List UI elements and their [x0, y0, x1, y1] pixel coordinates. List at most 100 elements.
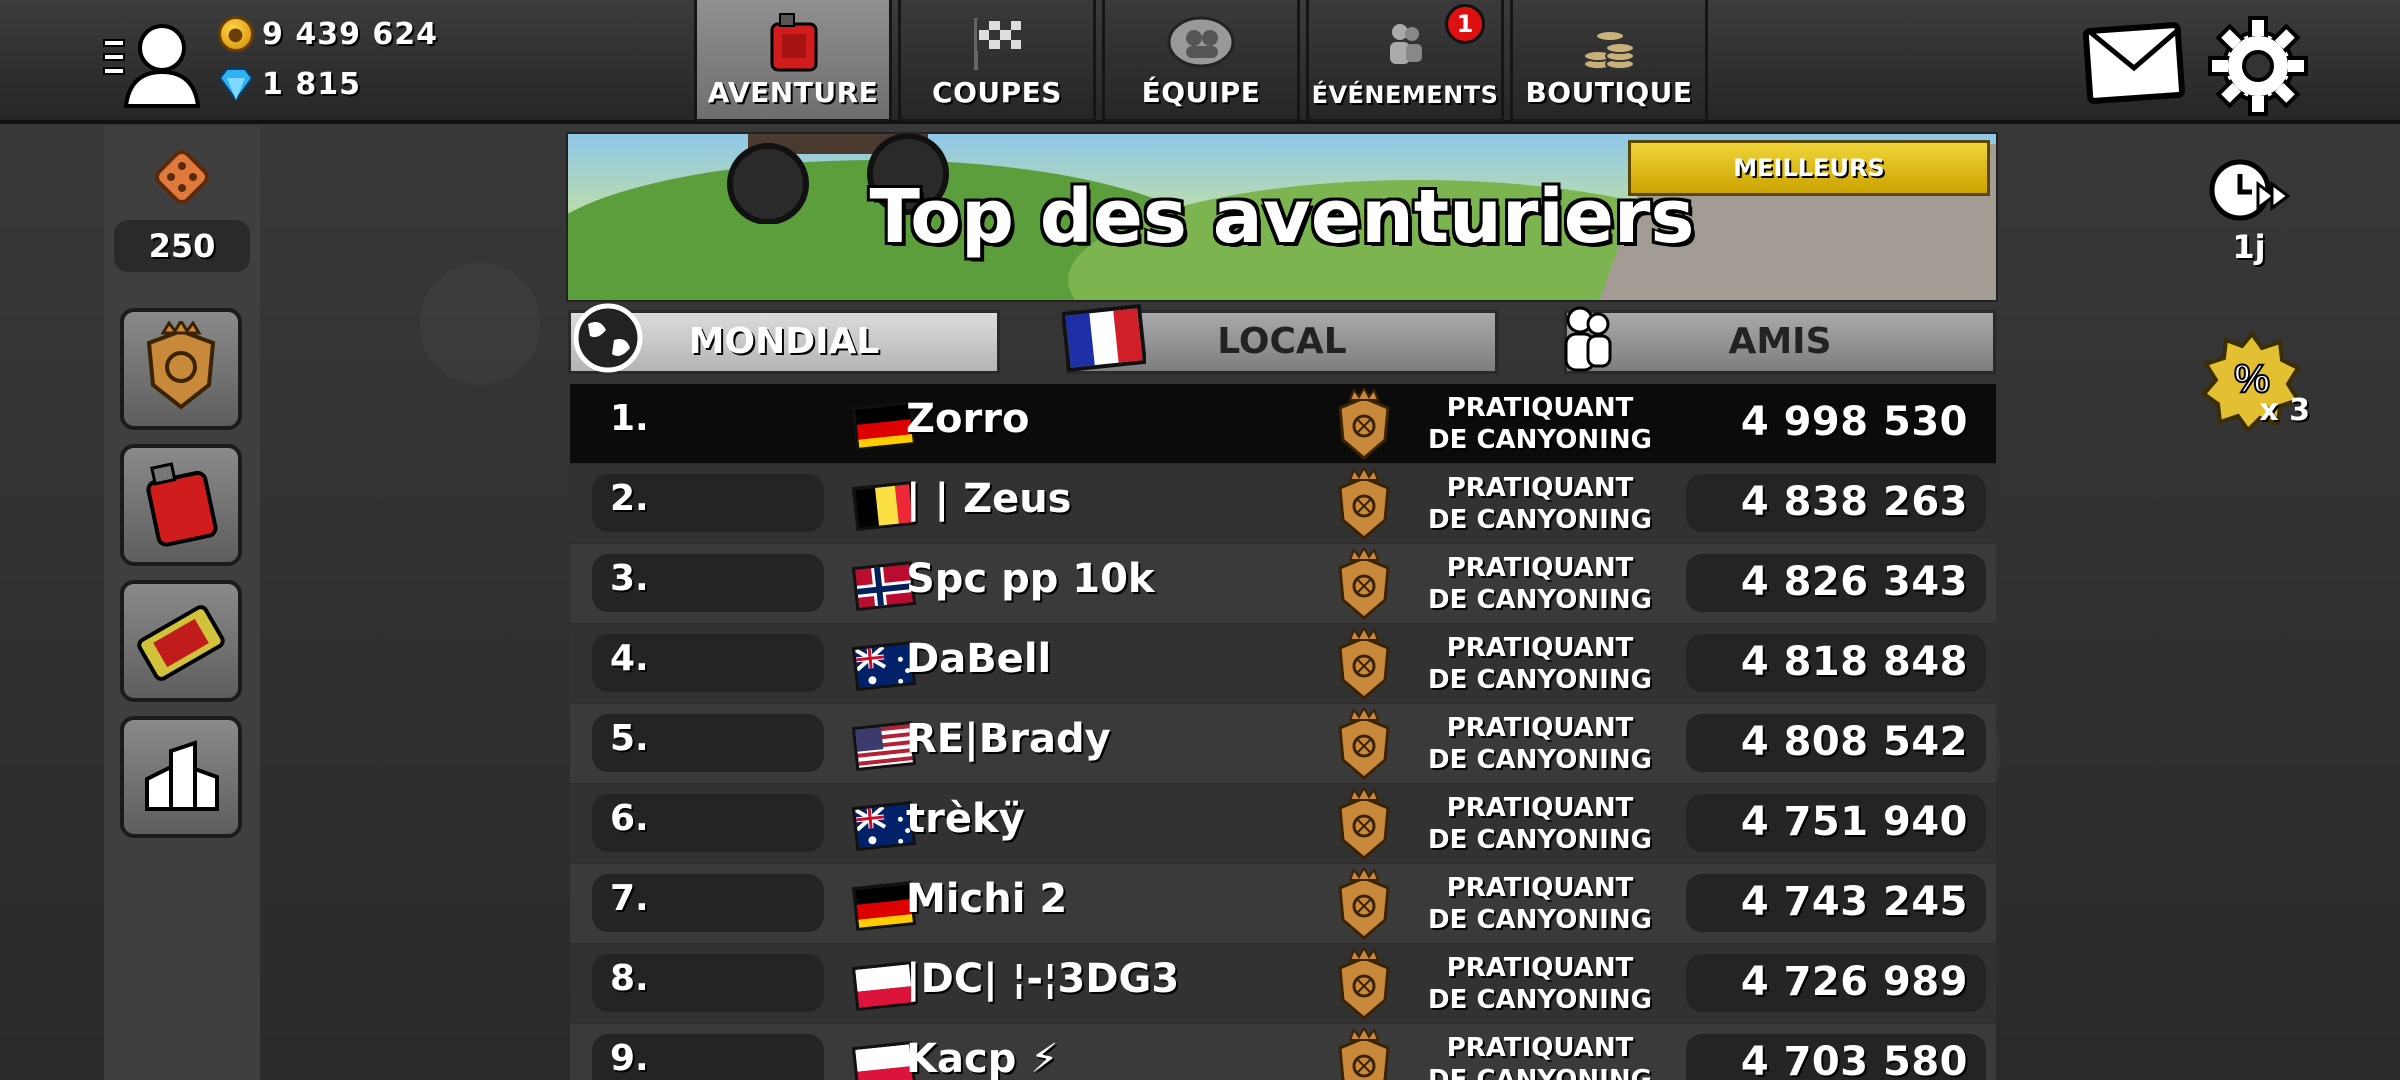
rank-shield-icon	[1332, 865, 1396, 942]
fast-forward-clock-icon	[2209, 159, 2291, 221]
mail-button[interactable]	[2082, 20, 2186, 108]
profile-icon	[103, 24, 201, 108]
player-title-line2: DE CANYONING	[1428, 985, 1652, 1015]
tab-coupes[interactable]: COUPES	[898, 0, 1096, 122]
leaderboard-row[interactable]: 5. RE|Brady PRATIQUANT DE CANYONING 4 80…	[570, 704, 1996, 784]
player-title: PRATIQUANT DE CANYONING	[1420, 472, 1660, 536]
ticket-icon	[137, 605, 225, 681]
tab-aventure[interactable]: AVENTURE	[694, 0, 892, 122]
rank-number: 9.	[592, 1034, 824, 1080]
player-title-line2: DE CANYONING	[1428, 505, 1652, 535]
leaderboard-row[interactable]: 6. trèkÿ PRATIQUANT DE CANYONING 4 751 9…	[570, 784, 1996, 864]
coin-stack-icon	[1583, 30, 1635, 70]
rank-shield-icon	[1332, 1025, 1396, 1080]
player-title-line1: PRATIQUANT	[1446, 633, 1634, 663]
events-icon	[1390, 24, 1422, 64]
tab-boutique[interactable]: BOUTIQUE	[1510, 0, 1708, 122]
leaderboard-row[interactable]: 7. Michi 2 PRATIQUANT DE CANYONING 4 743…	[570, 864, 1996, 944]
rank-number: 3.	[592, 554, 824, 612]
player-name: Spc pp 10k	[906, 556, 1155, 602]
player-name: DaBell	[906, 636, 1052, 682]
player-score: 4 751 940	[1686, 794, 1986, 852]
scope-filters: MONDIAL LOCAL AMIS	[566, 303, 1998, 378]
tab-label: ÉVÉNEMENTS	[1311, 81, 1499, 109]
player-name: Kacp ⚡	[906, 1036, 1059, 1080]
player-title: PRATIQUANT DE CANYONING	[1420, 712, 1660, 776]
podium-button[interactable]	[120, 716, 242, 838]
leaderboard-row[interactable]: 3. Spc pp 10k PRATIQUANT DE CANYONING 4 …	[570, 544, 1996, 624]
player-title: PRATIQUANT DE CANYONING	[1420, 632, 1660, 696]
fuel-button[interactable]	[120, 444, 242, 566]
profile-menu-button[interactable]	[100, 14, 210, 110]
tab-evenements[interactable]: 1 ÉVÉNEMENTS	[1306, 0, 1504, 122]
player-title-line1: PRATIQUANT	[1446, 793, 1634, 823]
player-title-line1: PRATIQUANT	[1446, 473, 1634, 503]
gear-icon	[2208, 16, 2308, 116]
fuel-can-icon	[770, 13, 818, 72]
tab-label: BOUTIQUE	[1525, 76, 1693, 109]
player-title: PRATIQUANT DE CANYONING	[1420, 552, 1660, 616]
top-bar: ● 9 439 624 1 815 AVENTURE COUPES ÉQUIPE…	[0, 0, 2400, 124]
rank-number: 5.	[592, 714, 824, 772]
leaderboard-banner: Top des aventuriers MEILLEURS	[566, 132, 1998, 302]
leaderboard-row[interactable]: 9. Kacp ⚡ PRATIQUANT DE CANYONING 4 703 …	[570, 1024, 1996, 1080]
filter-label: AMIS	[1728, 321, 1832, 362]
filter-label: LOCAL	[1217, 321, 1347, 362]
leaderboard-row[interactable]: 4. DaBell PRATIQUANT DE CANYONING 4 818 …	[570, 624, 1996, 704]
checkered-flag-icon	[974, 18, 1023, 70]
shield-rank-icon	[146, 321, 216, 410]
filter-amis[interactable]: AMIS	[1564, 310, 1996, 374]
player-title-line2: DE CANYONING	[1428, 665, 1652, 695]
player-score: 4 818 848	[1686, 634, 1986, 692]
rank-number: 2.	[592, 474, 824, 532]
ticket-button[interactable]	[120, 580, 242, 702]
discount-multiplier: x 3	[2259, 393, 2310, 428]
leaderboard-row[interactable]: 1. Zorro PRATIQUANT DE CANYONING 4 998 5…	[570, 384, 1996, 464]
player-title-line2: DE CANYONING	[1428, 825, 1652, 855]
envelope-icon	[2082, 22, 2185, 104]
player-title: PRATIQUANT DE CANYONING	[1420, 872, 1660, 936]
rank-number: 1.	[610, 398, 649, 439]
coin-icon: ●	[218, 16, 254, 52]
france-flag-icon	[1062, 303, 1146, 373]
reset-timer[interactable]: 1j	[2204, 154, 2294, 266]
player-title-line2: DE CANYONING	[1428, 745, 1652, 775]
rank-number: 4.	[592, 634, 824, 692]
player-title: PRATIQUANT DE CANYONING	[1420, 952, 1660, 1016]
rank-button[interactable]	[120, 308, 242, 430]
coins-counter: ● 9 439 624	[218, 16, 438, 52]
player-score: 4 838 263	[1686, 474, 1986, 532]
player-score: 4 826 343	[1686, 554, 1986, 612]
friends-icon	[1564, 306, 1612, 372]
player-title-line1: PRATIQUANT	[1446, 873, 1634, 903]
leaderboard-row[interactable]: 8. |DC| ¦-¦3DG3 PRATIQUANT DE CANYONING …	[570, 944, 1996, 1024]
player-title: PRATIQUANT DE CANYONING	[1420, 392, 1660, 456]
player-name: | | Zeus	[906, 476, 1072, 522]
player-title-line1: PRATIQUANT	[1446, 393, 1634, 423]
rank-shield-icon	[1332, 785, 1396, 862]
rank-shield-icon	[1332, 705, 1396, 782]
player-score: 4 998 530	[1740, 399, 1968, 445]
best-button[interactable]: MEILLEURS	[1628, 140, 1990, 196]
gem-icon	[218, 68, 254, 102]
leaderboard-row[interactable]: 2. | | Zeus PRATIQUANT DE CANYONING 4 83…	[570, 464, 1996, 544]
rank-shield-icon	[1332, 625, 1396, 702]
rank-shield-icon	[1332, 385, 1396, 462]
tab-label: AVENTURE	[707, 76, 879, 109]
leaderboard-list: 1. Zorro PRATIQUANT DE CANYONING 4 998 5…	[570, 384, 1996, 1080]
main-tabs: AVENTURE COUPES ÉQUIPE 1 ÉVÉNEMENTS BOUT…	[694, 0, 1708, 122]
tokens-value: 250	[114, 220, 250, 272]
discount-badge[interactable]: % x 3	[2200, 330, 2310, 434]
settings-button[interactable]	[2206, 14, 2310, 118]
player-name: Zorro	[906, 396, 1030, 442]
player-score: 4 808 542	[1686, 714, 1986, 772]
player-name: trèkÿ	[906, 796, 1025, 842]
player-title-line2: DE CANYONING	[1428, 1065, 1652, 1080]
player-score: 4 703 580	[1686, 1034, 1986, 1080]
rank-shield-icon	[1332, 465, 1396, 542]
rank-number: 6.	[592, 794, 824, 852]
player-name: |DC| ¦-¦3DG3	[906, 956, 1180, 1002]
player-score: 4 743 245	[1686, 874, 1986, 932]
tab-equipe[interactable]: ÉQUIPE	[1102, 0, 1300, 122]
player-title-line2: DE CANYONING	[1428, 905, 1652, 935]
